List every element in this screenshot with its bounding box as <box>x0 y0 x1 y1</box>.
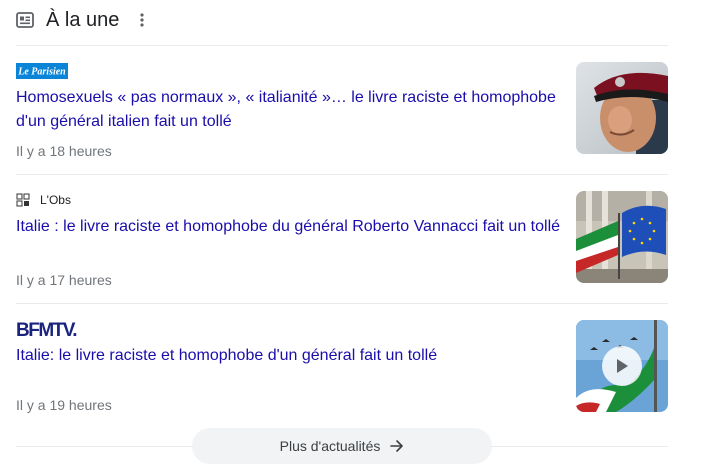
news-article[interactable]: Le Parisien Homosexuels « pas normaux »,… <box>16 62 668 159</box>
article-time: Il y a 18 heures <box>16 143 112 159</box>
arrow-right-icon <box>390 440 404 452</box>
article-time: Il y a 17 heures <box>16 272 112 288</box>
source-name: L'Obs <box>40 193 71 207</box>
lobs-logo <box>16 193 30 207</box>
article-time: Il y a 19 heures <box>16 397 112 413</box>
more-news-button[interactable]: Plus d'actualités <box>192 428 492 464</box>
article-headline[interactable]: Homosexuels « pas normaux », « italianit… <box>16 86 564 134</box>
more-news-label: Plus d'actualités <box>279 438 381 454</box>
article-thumbnail[interactable] <box>576 191 668 283</box>
section-header: À la une <box>16 6 147 34</box>
play-icon[interactable] <box>602 346 642 386</box>
article-thumbnail[interactable] <box>576 62 668 154</box>
article-source: BFMTV. <box>16 320 668 338</box>
news-article[interactable]: BFMTV. Italie: le livre raciste et homop… <box>16 320 668 416</box>
article-source: L'Obs <box>16 191 668 209</box>
section-title: À la une <box>46 8 120 31</box>
divider <box>16 45 668 46</box>
more-vert-icon[interactable] <box>137 11 147 29</box>
svg-text:Le Parisien: Le Parisien <box>17 67 66 78</box>
article-headline[interactable]: Italie : le livre raciste et homophobe d… <box>16 215 564 239</box>
article-headline[interactable]: Italie: le livre raciste et homophobe d'… <box>16 344 564 368</box>
article-thumbnail[interactable] <box>576 320 668 412</box>
bfmtv-logo: BFMTV. <box>16 320 78 338</box>
news-article[interactable]: L'Obs Italie : le livre raciste et homop… <box>16 191 668 288</box>
news-icon <box>16 12 34 28</box>
svg-text:BFMTV.: BFMTV. <box>16 320 76 338</box>
divider <box>16 174 668 175</box>
le-parisien-logo: Le Parisien <box>16 63 68 79</box>
divider <box>16 303 668 304</box>
article-source: Le Parisien <box>16 62 668 80</box>
